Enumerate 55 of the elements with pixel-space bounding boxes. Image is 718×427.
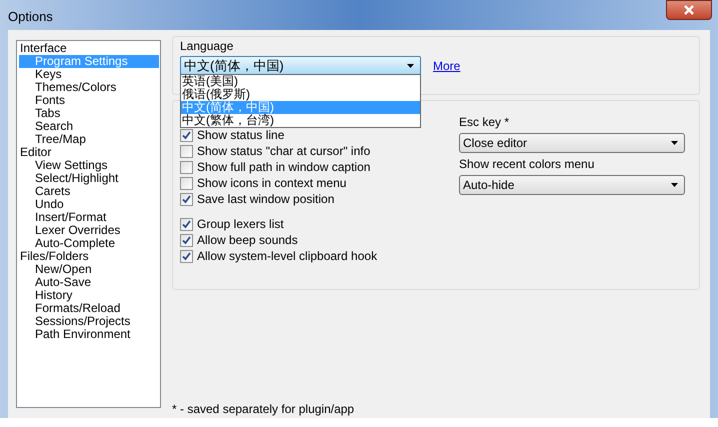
tree-item[interactable]: Tree/Map xyxy=(19,133,159,146)
tree-item[interactable]: Formats/Reload xyxy=(19,302,159,315)
tree-item[interactable]: Search xyxy=(19,120,159,133)
tree-item[interactable]: Tabs xyxy=(19,107,159,120)
tree-item[interactable]: View Settings xyxy=(19,159,159,172)
tree-item[interactable]: Sessions/Projects xyxy=(19,315,159,328)
dropdown-arrow-icon xyxy=(407,64,414,68)
window-title: Options xyxy=(8,8,53,26)
language-dropdown[interactable]: 中文(简体，中国) xyxy=(180,56,421,76)
checkbox[interactable] xyxy=(180,129,193,142)
tree-item[interactable]: New/Open xyxy=(19,263,159,276)
close-icon xyxy=(684,5,694,15)
tree-item[interactable]: History xyxy=(19,289,159,302)
checkbox-label: Allow system-level clipboard hook xyxy=(197,250,378,263)
checkbox-label: Show status line xyxy=(197,129,284,142)
tree-item[interactable]: Select/Highlight xyxy=(19,172,159,185)
checkbox-label: Group lexers list xyxy=(197,218,284,231)
checkbox-label: Save last window position xyxy=(197,193,334,206)
field-label: Show recent colors menu xyxy=(459,157,596,171)
tree-item[interactable]: Editor xyxy=(19,146,159,159)
tree-item[interactable]: Path Environment xyxy=(19,328,159,341)
language-label: Language xyxy=(180,39,234,54)
checkbox[interactable] xyxy=(180,193,193,206)
tree-item[interactable]: Auto-Complete xyxy=(19,237,159,250)
close-button[interactable] xyxy=(666,0,712,20)
select-field[interactable]: Close editor xyxy=(459,133,685,153)
tree-item[interactable]: Auto-Save xyxy=(19,276,159,289)
tree-item[interactable]: Fonts xyxy=(19,94,159,107)
tree-item[interactable]: Themes/Colors xyxy=(19,81,159,94)
checkbox-label: Allow beep sounds xyxy=(197,234,298,247)
tree-item[interactable]: Carets xyxy=(19,185,159,198)
checkbox[interactable] xyxy=(180,145,193,158)
dropdown-arrow-icon xyxy=(671,141,678,145)
checkbox[interactable] xyxy=(180,250,193,263)
tree-item[interactable]: Keys xyxy=(19,68,159,81)
field-label: Esc key * xyxy=(459,115,510,129)
checkbox-label: Show full path in window caption xyxy=(197,161,370,174)
more-link[interactable]: More xyxy=(433,57,460,75)
tree-item[interactable]: Lexer Overrides xyxy=(19,224,159,237)
tree-item[interactable]: Interface xyxy=(19,42,159,55)
checkbox-label: Show icons in context menu xyxy=(197,177,346,190)
dropdown-arrow-icon xyxy=(671,183,678,187)
tree-item[interactable]: Files/Folders xyxy=(19,250,159,263)
language-option[interactable]: 俄语(俄罗斯) xyxy=(181,88,420,101)
language-option[interactable]: 中文(繁体，台湾) xyxy=(181,114,420,127)
checkbox[interactable] xyxy=(180,218,193,231)
checkbox[interactable] xyxy=(180,161,193,174)
select-field[interactable]: Auto-hide xyxy=(459,175,685,195)
checkbox[interactable] xyxy=(180,177,193,190)
language-option[interactable]: 英语(美国) xyxy=(181,75,420,88)
footnote: * - saved separately for plugin/app xyxy=(172,402,356,416)
tree-item[interactable]: Insert/Format xyxy=(19,211,159,224)
checkbox-label: Show status "char at cursor" info xyxy=(197,145,370,158)
checkbox[interactable] xyxy=(180,234,193,247)
tree-item[interactable]: Undo xyxy=(19,198,159,211)
